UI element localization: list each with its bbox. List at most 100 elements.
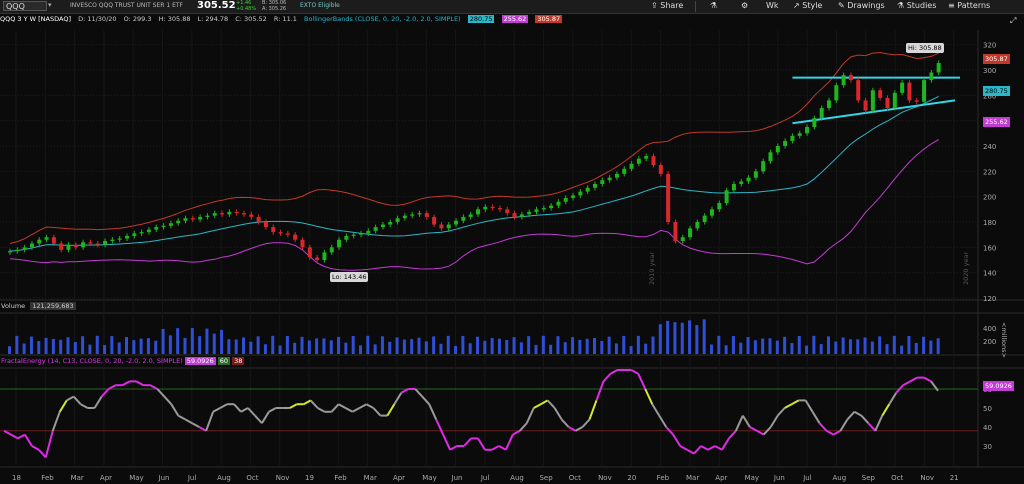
fe-line-segment [651, 403, 661, 417]
candle-body [739, 181, 744, 184]
x-tick-label: 18 [12, 474, 21, 482]
candle-body [29, 243, 34, 248]
low-value: L: 294.78 [197, 15, 229, 23]
top-toolbar: QQQ ▾ INVESCO QQQ TRUST UNIT SER 1 ETF 3… [0, 0, 1024, 14]
x-tick-label: Feb [657, 474, 670, 482]
fe-line-segment [553, 407, 563, 420]
symbol-description: INVESCO QQQ TRUST UNIT SER 1 ETF [70, 2, 183, 9]
candle-body [73, 244, 78, 248]
volume-bar [710, 344, 713, 354]
fe-line-segment [338, 403, 347, 409]
candle-body [227, 211, 232, 215]
candle-body [922, 80, 927, 102]
volume-bar [775, 340, 779, 354]
volume-bar [432, 336, 436, 354]
upper-bollinger-band [9, 51, 939, 244]
candle-body [81, 242, 86, 248]
volume-bar [66, 337, 70, 354]
fe-line-segment [540, 399, 549, 406]
fe-line-segment [895, 384, 904, 394]
timeframe-button[interactable]: Wk [766, 1, 779, 10]
x-tick-label: Mar [686, 474, 699, 482]
candle-body [344, 235, 349, 240]
exto-eligible-label: EXTO Eligible [300, 2, 340, 9]
candle-body [417, 213, 422, 215]
volume-bar [476, 336, 479, 354]
patterns-button[interactable]: ≡ Patterns [948, 1, 990, 10]
mid-bollinger-band [9, 95, 939, 252]
fe-line-segment [51, 411, 61, 432]
fe-line-segment [763, 426, 772, 436]
y-tick-label: 160 [983, 244, 996, 252]
lower-band-value: 255.62 [501, 15, 529, 23]
fe-line-segment [393, 392, 403, 405]
fe-line-segment [10, 433, 19, 440]
volume-bar [885, 344, 889, 354]
fe-line-segment [839, 418, 849, 432]
x-tick-label: May [422, 474, 436, 482]
fe-tick-label: 30 [983, 443, 992, 451]
candle-body [329, 247, 334, 253]
share-button[interactable]: ⇪ Share [651, 1, 683, 10]
drawings-button[interactable]: ✎ Drawings [838, 1, 885, 10]
volume-bar [936, 338, 940, 354]
fe-line-segment [414, 388, 423, 398]
symbol-dropdown-icon[interactable]: ▾ [48, 1, 52, 9]
patterns-icon: ≡ [948, 1, 955, 10]
candle-body [856, 80, 861, 101]
candle-body [380, 224, 385, 228]
fe-line-segment [832, 429, 841, 436]
candle-body [783, 140, 788, 146]
candle-body [154, 227, 159, 230]
candle-body [139, 232, 144, 234]
candle-body [534, 209, 539, 212]
fe-line-segment [686, 448, 695, 455]
style-button[interactable]: ↗ Style [793, 1, 822, 10]
fe-line-segment [491, 445, 500, 451]
candle-body [688, 228, 693, 238]
date-value: D: 11/30/20 [78, 15, 117, 23]
candle-body [315, 257, 320, 260]
fe-line-segment [644, 388, 654, 405]
fe-line-segment [769, 415, 779, 428]
fe-line-segment [826, 429, 834, 436]
fe-line-segment [17, 433, 26, 440]
volume-bar [505, 339, 509, 354]
volume-bar [329, 340, 333, 354]
volume-unit-label: <millions> [1000, 322, 1008, 358]
volume-bar [556, 336, 560, 354]
candle-body [549, 205, 554, 209]
volume-panel-label: Volume 121,259,683 [1, 302, 76, 310]
candle-body [527, 211, 532, 215]
collapse-icon[interactable]: ⤢ [1010, 16, 1016, 26]
x-tick-label: Mar [364, 474, 377, 482]
settings-button[interactable]: ⚙ [741, 1, 748, 10]
candle-body [878, 90, 883, 98]
upper-band-value: 305.87 [535, 15, 563, 23]
fe-line-segment [44, 430, 54, 458]
candle-body [432, 216, 437, 225]
candle-body [483, 206, 488, 210]
volume-bar [585, 338, 589, 354]
study-label[interactable]: BollingerBands (CLOSE, 0, 20, -2.0, 2.0,… [304, 15, 461, 23]
candle-body [636, 158, 641, 164]
x-tick-label: Sep [539, 474, 553, 482]
studies-button[interactable]: ⚗ Studies [897, 1, 936, 10]
fe-line-segment [386, 403, 396, 417]
candle-body [593, 184, 597, 188]
volume-bar [132, 340, 136, 354]
volume-bar [446, 335, 450, 354]
fe-line-segment [352, 407, 360, 413]
y-tick-label: 140 [983, 270, 996, 278]
volume-bar [59, 339, 63, 354]
y-tick-label: 120 [983, 295, 996, 303]
x-tick-label: Jul [187, 474, 197, 482]
fe-line-segment [156, 388, 166, 398]
candle-body [263, 222, 268, 228]
share-icon: ⇪ [651, 1, 658, 10]
symbol-input[interactable]: QQQ [3, 1, 47, 11]
candle-body [51, 237, 56, 244]
flask-button[interactable]: ⚗ [710, 1, 717, 10]
candle-body [454, 220, 459, 225]
fe-tick-label: 40 [983, 424, 992, 432]
